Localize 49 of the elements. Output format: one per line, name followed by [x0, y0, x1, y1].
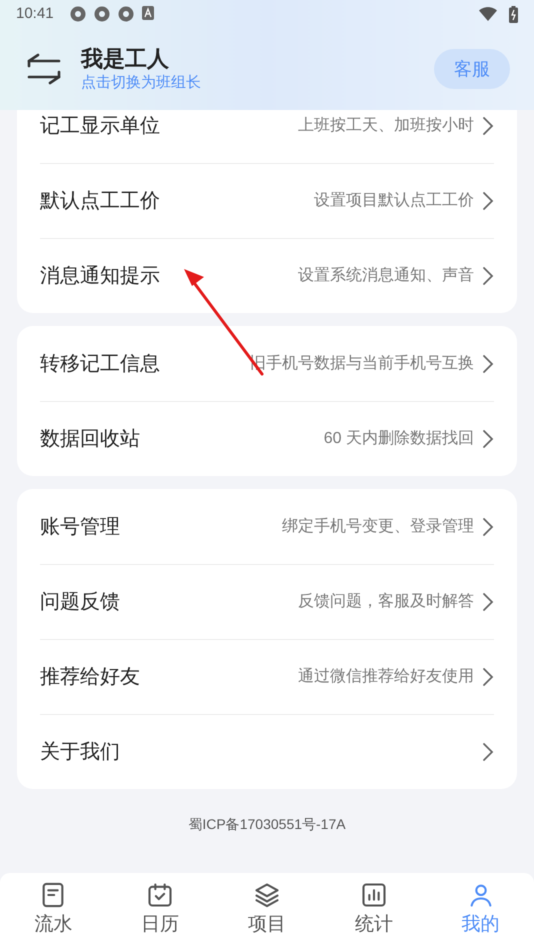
row-hint: 绑定手机号变更、登录管理 [281, 516, 474, 536]
icp-footer: 蜀ICP备17030551号-17A [188, 814, 346, 835]
row-hint: 反馈问题，客服及时解答 [297, 592, 474, 612]
nav-tab[interactable]: 项目 [214, 881, 320, 940]
settings-row[interactable]: 推荐给好友 通过微信推荐给好友使用 [40, 639, 494, 714]
page-title: 我是工人 [81, 45, 170, 73]
row-hint: 上班按工天、加班按小时 [297, 116, 474, 136]
app-notification-icon [70, 6, 86, 22]
chevron-right-icon [482, 516, 494, 536]
row-hint: 通过微信推荐给好友使用 [297, 666, 474, 687]
chevron-right-icon [482, 116, 494, 136]
app-notification-icon [118, 6, 134, 22]
chart-icon [360, 881, 388, 909]
layers-icon [252, 881, 281, 909]
settings-row[interactable]: 记工显示单位 上班按工天、加班按小时 [40, 110, 494, 163]
row-label: 问题反馈 [40, 590, 120, 615]
row-label: 账号管理 [40, 514, 120, 540]
chevron-right-icon [482, 742, 494, 762]
app-notification-icon [94, 6, 110, 22]
nav-tab[interactable]: 流水 [0, 881, 107, 940]
row-label: 消息通知提示 [40, 264, 160, 289]
chevron-right-icon [482, 266, 494, 286]
chevron-right-icon [482, 429, 494, 449]
row-hint: 设置项目默认点工工价 [313, 190, 474, 211]
settings-row[interactable]: 问题反馈 反馈问题，客服及时解答 [40, 564, 494, 639]
row-label: 数据回收站 [40, 427, 140, 452]
row-label: 默认点工工价 [40, 189, 160, 214]
status-time: 10:41 [16, 4, 54, 24]
chevron-right-icon [482, 592, 494, 612]
swap-icon [26, 52, 62, 86]
calendar-icon [146, 881, 174, 909]
settings-row[interactable]: 数据回收站 60 天内删除数据找回 [40, 401, 494, 476]
row-label: 记工显示单位 [40, 114, 160, 138]
chevron-right-icon [482, 191, 494, 211]
row-label: 关于我们 [40, 740, 120, 765]
row-label: 推荐给好友 [40, 665, 140, 690]
nav-tab[interactable]: 统计 [320, 881, 428, 940]
settings-row[interactable]: 默认点工工价 设置项目默认点工工价 [40, 163, 494, 238]
settings-row[interactable]: 关于我们 [40, 714, 494, 789]
row-hint: 设置系统消息通知、声音 [297, 266, 474, 286]
chevron-right-icon [482, 667, 494, 687]
keyboard-notification-icon [142, 6, 154, 20]
battery-icon [509, 6, 518, 22]
row-hint: 60 天内删除数据找回 [322, 428, 474, 449]
nav-tab[interactable]: 日历 [106, 881, 214, 940]
chevron-right-icon [482, 354, 494, 374]
row-label: 转移记工信息 [40, 352, 160, 376]
settings-row[interactable]: 账号管理 绑定手机号变更、登录管理 [40, 489, 494, 564]
wifi-icon [479, 7, 497, 21]
